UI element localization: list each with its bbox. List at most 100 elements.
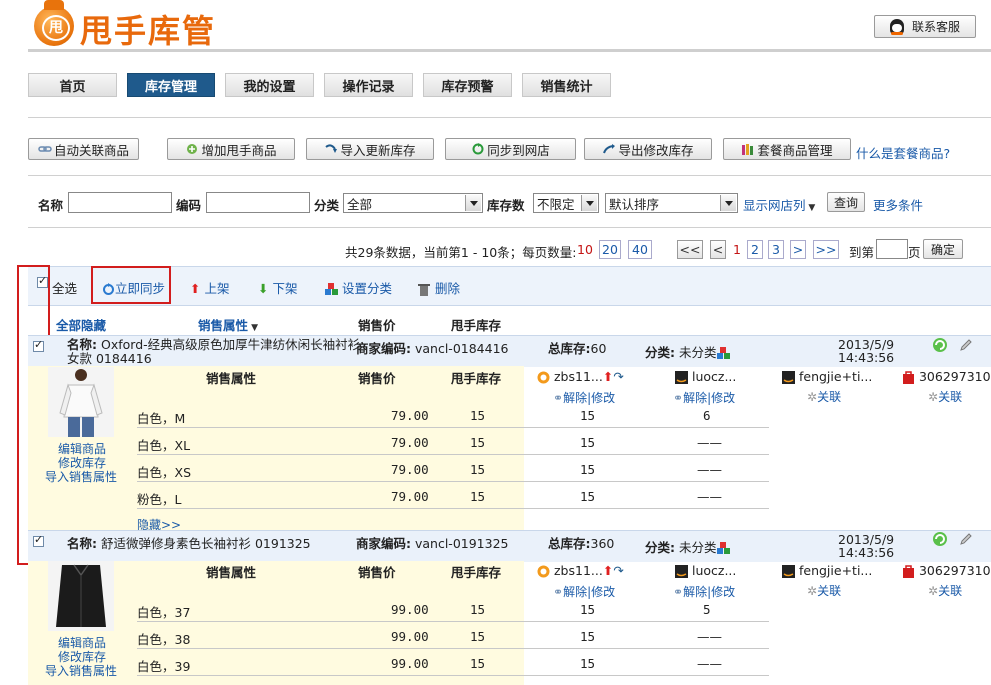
export-modify-stock-button[interactable]: 导出修改库存 xyxy=(584,138,712,160)
store-luocz-actions[interactable]: ⚭解除|修改 xyxy=(673,583,735,600)
sub-attr-header: 销售属性 xyxy=(206,371,257,386)
delete-label: 删除 xyxy=(434,281,460,296)
store-fengjie-link-action[interactable]: ✲关联 xyxy=(807,388,841,405)
unshelve-button[interactable]: ⬇ 下架 xyxy=(258,278,297,297)
contact-support-label: 联系客服 xyxy=(911,20,960,34)
tab-sales-stats[interactable]: 销售统计 xyxy=(522,73,611,97)
link-icon xyxy=(38,143,52,155)
delete-button[interactable]: 删除 xyxy=(418,278,460,297)
filter-divider xyxy=(28,227,991,228)
variant-price: 79.00 xyxy=(391,435,429,450)
product-image-white-shirt[interactable] xyxy=(48,367,114,437)
variant-store2-stock: —— xyxy=(697,489,722,504)
tab-home[interactable]: 首页 xyxy=(28,73,117,97)
category-select[interactable]: 全部 xyxy=(343,193,483,213)
stock-header: 甩手库存 xyxy=(451,318,502,333)
category-blocks-icon xyxy=(325,283,338,295)
refresh-icon[interactable] xyxy=(932,337,948,353)
redo-arrow-icon[interactable]: ↷ xyxy=(613,563,623,578)
export-arrow-icon xyxy=(602,143,616,155)
qq-icon xyxy=(889,18,904,35)
per-page-10[interactable]: 10 xyxy=(577,242,593,257)
product-image-black-shirt[interactable] xyxy=(48,561,114,631)
sale-attr-sort-header[interactable]: 销售属性 ▼ xyxy=(198,315,258,334)
shelve-button[interactable]: ⬆ 上架 xyxy=(190,278,229,297)
store-zbs-actions[interactable]: ⚭解除|修改 xyxy=(553,389,615,406)
next-page-button[interactable]: > xyxy=(790,240,806,259)
more-conditions-link[interactable]: 更多条件 xyxy=(873,195,923,214)
prev-page-button[interactable]: < xyxy=(710,240,726,259)
show-store-columns-link[interactable]: 显示网店列 ▼ xyxy=(743,195,815,214)
show-store-columns-label: 显示网店列 xyxy=(743,198,806,213)
product-checkbox[interactable] xyxy=(33,338,44,352)
first-page-button[interactable]: << xyxy=(677,240,703,259)
store-zbs-actions[interactable]: ⚭解除|修改 xyxy=(553,583,615,600)
page-2[interactable]: 2 xyxy=(747,240,763,259)
hide-all-link[interactable]: 全部隐藏 xyxy=(56,315,106,334)
add-product-button[interactable]: 增加甩手商品 xyxy=(167,138,295,160)
import-sale-attr-link[interactable]: 导入销售属性 xyxy=(45,662,117,679)
bundle-manage-button[interactable]: 套餐商品管理 xyxy=(723,138,851,160)
tab-inventory[interactable]: 库存管理 xyxy=(127,73,215,97)
page-unit-label: 页 xyxy=(908,245,921,260)
store-fengjie-link-action[interactable]: ✲关联 xyxy=(807,582,841,599)
product-category: 分类: 未分类 xyxy=(645,342,730,361)
variant-store2-stock: 6 xyxy=(703,408,711,423)
chevron-down-icon xyxy=(720,195,736,211)
query-button[interactable]: 查询 xyxy=(827,192,865,212)
name-input[interactable] xyxy=(68,192,172,213)
last-page-button[interactable]: >> xyxy=(813,240,839,259)
auto-link-button[interactable]: 自动关联商品 xyxy=(28,138,139,160)
row-divider xyxy=(137,621,769,622)
arrow-up-icon[interactable]: ⬆ xyxy=(603,563,613,578)
page-3[interactable]: 3 xyxy=(768,240,784,259)
sort-select[interactable]: 默认排序 xyxy=(605,193,738,213)
page-1[interactable]: 1 xyxy=(733,242,741,257)
store-fengjie-name: fengjie+ti... xyxy=(782,369,872,384)
store-amazon-icon xyxy=(782,565,795,578)
link-broken-icon: ✲ xyxy=(807,390,818,404)
link-icon: ⚭ xyxy=(673,391,684,405)
sort-select-value: 默认排序 xyxy=(609,196,660,212)
variant-stock: 15 xyxy=(470,408,486,423)
tab-operation-log[interactable]: 操作记录 xyxy=(324,73,413,97)
variant-attr: 白色，39 xyxy=(137,659,191,674)
tab-stock-alert[interactable]: 库存预警 xyxy=(423,73,512,97)
goto-confirm-button[interactable]: 确定 xyxy=(923,239,963,259)
bundle-manage-label: 套餐商品管理 xyxy=(757,142,833,158)
store-luocz-actions[interactable]: ⚭解除|修改 xyxy=(673,389,735,406)
product-timestamp: 2013/5/9 14:43:56 xyxy=(838,532,895,560)
product-checkbox[interactable] xyxy=(33,533,44,547)
stock-select[interactable]: 不限定 xyxy=(533,193,599,213)
set-category-button[interactable]: 设置分类 xyxy=(325,278,392,297)
category-blocks-icon[interactable] xyxy=(716,542,730,555)
arrow-up-icon[interactable]: ⬆ xyxy=(603,369,613,384)
variant-stock: 15 xyxy=(470,602,486,617)
what-is-bundle-link[interactable]: 什么是套餐商品? xyxy=(856,143,950,162)
store-amazon-icon xyxy=(782,371,795,384)
code-input[interactable] xyxy=(206,192,310,213)
contact-support-button[interactable]: 联系客服 xyxy=(874,15,976,38)
export-modify-stock-label: 导出修改库存 xyxy=(618,142,694,158)
import-update-stock-button[interactable]: 导入更新库存 xyxy=(306,138,434,160)
goto-page-input[interactable] xyxy=(876,239,908,259)
refresh-icon[interactable] xyxy=(932,531,948,547)
store-306-link-action[interactable]: ✲关联 xyxy=(928,388,962,405)
row-divider xyxy=(137,427,769,428)
per-page-20[interactable]: 20 xyxy=(599,240,621,259)
store-306-link-action[interactable]: ✲关联 xyxy=(928,582,962,599)
tab-my-settings[interactable]: 我的设置 xyxy=(225,73,314,97)
import-sale-attr-link[interactable]: 导入销售属性 xyxy=(45,468,117,485)
stock-filter-label: 库存数 xyxy=(487,198,525,213)
sync-store-button[interactable]: 同步到网店 xyxy=(445,138,576,160)
product-category: 分类: 未分类 xyxy=(645,537,730,556)
redo-arrow-icon[interactable]: ↷ xyxy=(613,369,623,384)
variant-stock: 15 xyxy=(470,435,486,450)
per-page-40[interactable]: 40 xyxy=(628,240,652,259)
price-header: 销售价 xyxy=(358,318,396,333)
merchant-code: 商家编码: vancl-0184416 xyxy=(356,341,509,356)
sync-now-button[interactable]: 立即同步 xyxy=(102,278,165,297)
category-blocks-icon[interactable] xyxy=(716,347,730,360)
pencil-edit-icon[interactable] xyxy=(958,337,974,353)
pencil-edit-icon[interactable] xyxy=(958,531,974,547)
